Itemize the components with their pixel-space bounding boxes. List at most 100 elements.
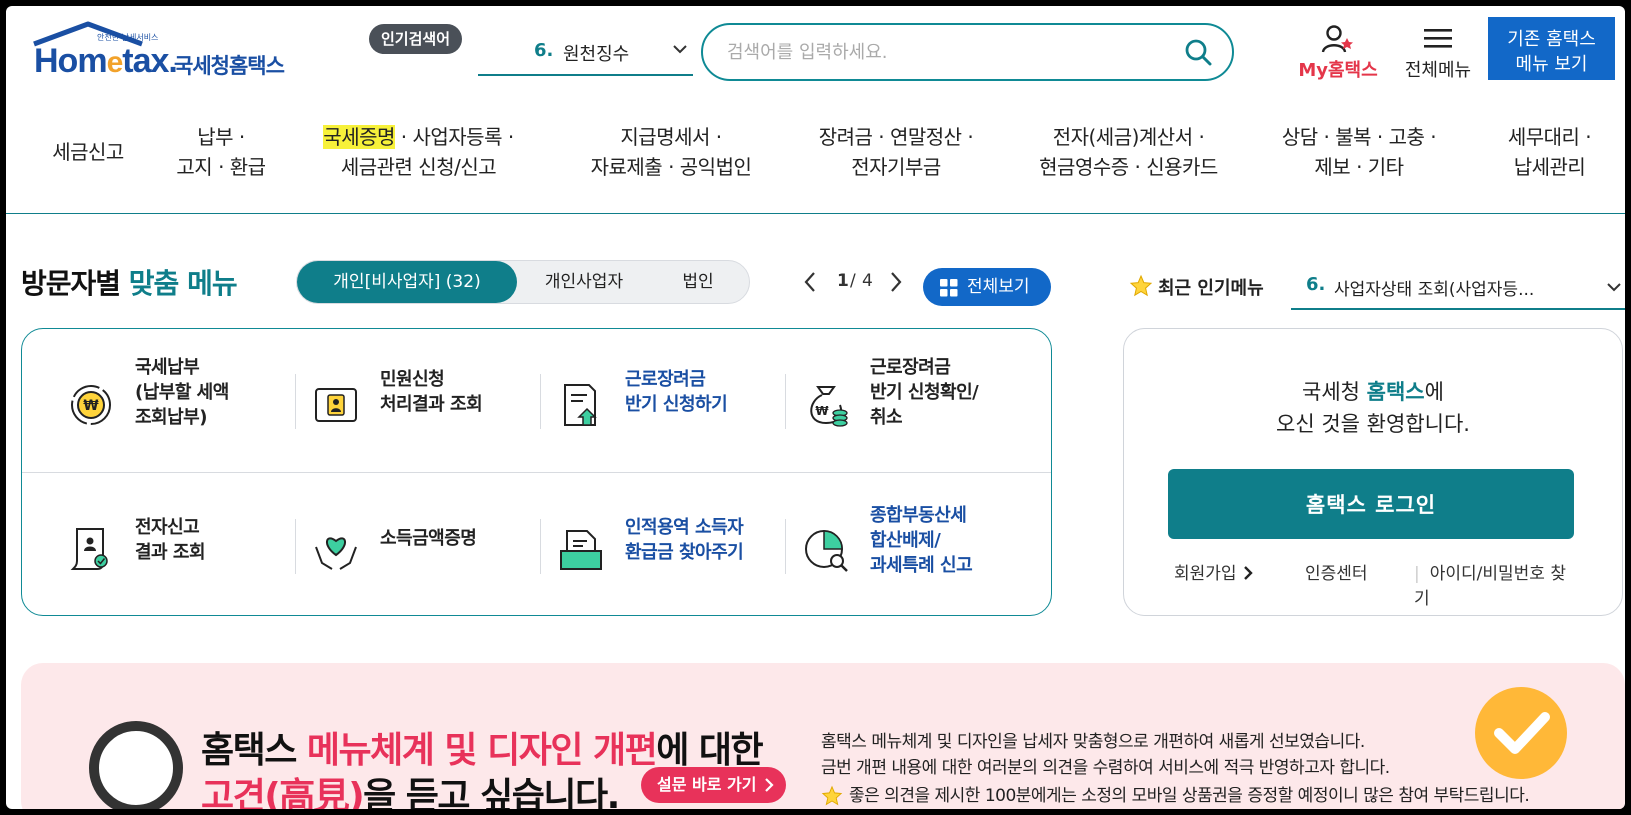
- gnb-label: 세금신고: [52, 140, 124, 164]
- popular-rank: 6.: [534, 40, 554, 61]
- tile-line: 국세납부: [135, 357, 200, 378]
- gnb-tax-agent[interactable]: 세무대리 · 납세관리: [1492, 122, 1607, 182]
- tab-individual[interactable]: 개인[비사업자] (32): [297, 261, 517, 303]
- title-part-b: 맞춤 메뉴: [128, 267, 238, 300]
- tile-earned-income-check[interactable]: ₩ 근로장려금 반기 신청확인/ 취소: [762, 345, 1007, 455]
- tile-line: 조회납부): [135, 407, 207, 428]
- survey-banner[interactable]: 홈택스 메뉴체계 및 디자인 개편에 대한 고견(高見)을 듣고 싶습니다. 설…: [21, 663, 1625, 809]
- tile-line: 민원신청: [380, 369, 445, 390]
- recent-popular-select[interactable]: 6. 사업자상태 조회(사업자등...: [1291, 260, 1625, 310]
- gnb-label-1: 지급명세서 ·: [620, 125, 722, 149]
- banner-text-3: 좋은 의견을 제시한 100분에게는 소정의 모바일 상품권을 증정할 예정이니…: [849, 786, 1530, 806]
- page-total: 4: [862, 271, 873, 291]
- tile-line: 합산배제/: [870, 530, 941, 551]
- search-box: [701, 23, 1234, 81]
- tile-e-filing-result[interactable]: 전자신고 결과 조회: [27, 489, 272, 599]
- banner-text-2: 금번 개편 내용에 대한 여러분의 의견을 수렴하여 서비스에 적극 반영하고자…: [821, 758, 1390, 778]
- old-btn-line1: 기존 홈택스: [1507, 28, 1596, 50]
- hometax-logo[interactable]: 안전한 납세서비스 Hometax. 국세청홈택스: [24, 20, 294, 84]
- login-button[interactable]: 홈택스 로그인: [1168, 469, 1574, 539]
- tile-refund-finder[interactable]: 인적용역 소득자 환급금 찾아주기: [517, 489, 762, 599]
- gnb-statements[interactable]: 지급명세서 · 자료제출 · 공익법인: [566, 122, 776, 182]
- recent-popular-title: 최근 인기메뉴: [1158, 278, 1264, 299]
- view-all-label: 전체보기: [967, 277, 1030, 297]
- headline-part: 을 듣고 싶습니다.: [363, 776, 620, 809]
- visitor-menu-card: ₩ 국세납부 (납부할 세액 조회납부) 민원신청 처리결과 조회 근로장려금 …: [21, 328, 1052, 616]
- logo-e: e: [106, 46, 124, 79]
- visitor-menu-title: 방문자별 맞춤 메뉴: [21, 262, 238, 302]
- popular-search-select[interactable]: 6. 원천징수: [478, 28, 693, 76]
- tile-line: 결과 조회: [135, 542, 206, 563]
- global-nav: 세금신고 납부 · 고지 · 환급 국세증명 · 사업자등록 · 세금관련 신청…: [6, 106, 1625, 214]
- old-btn-line2: 메뉴 보기: [1515, 53, 1588, 75]
- link-divider: |: [1414, 564, 1420, 584]
- star-icon: [821, 785, 843, 806]
- logo-korean: 국세청홈택스: [174, 54, 285, 78]
- search-icon[interactable]: [1184, 38, 1212, 66]
- gnb-e-invoice[interactable]: 전자(세금)계산서 · 현금영수증 · 신용카드: [1021, 122, 1236, 182]
- chevron-right-icon: [1244, 566, 1253, 580]
- chevron-left-icon[interactable]: [802, 270, 818, 294]
- cert-center-link[interactable]: 인증센터: [1305, 559, 1368, 584]
- survey-label: 설문 바로 가기: [657, 775, 757, 794]
- pie-search-icon: [805, 530, 848, 572]
- tile-civil-request-result[interactable]: 민원신청 처리결과 조회: [272, 345, 517, 455]
- money-bag-icon: ₩: [810, 386, 848, 427]
- tile-line: 취소: [870, 407, 903, 428]
- gnb-incentive[interactable]: 장려금 · 연말정산 · 전자기부금: [796, 122, 996, 182]
- magnifier-icon: [89, 721, 183, 809]
- view-all-button[interactable]: 전체보기: [923, 268, 1051, 306]
- tile-label: 근로장려금 반기 신청하기: [625, 367, 728, 417]
- gnb-certificate[interactable]: 국세증명 · 사업자등록 · 세금관련 신청/신고: [306, 122, 531, 182]
- tile-label: 근로장려금 반기 신청확인/ 취소: [870, 355, 979, 430]
- find-label: 아이디/비밀번호 찾기: [1414, 564, 1566, 609]
- banner-text-1: 홈택스 메뉴체계 및 디자인을 납세자 맞춤형으로 개편하여 새롭게 선보였습니…: [821, 732, 1365, 752]
- tile-line: 과세특례 신고: [870, 555, 973, 576]
- tile-label: 전자신고 결과 조회: [135, 515, 206, 565]
- tile-line: 처리결과 조회: [380, 394, 483, 415]
- gnb-label-1: 상담 · 불복 · 고충 ·: [1281, 125, 1437, 149]
- tile-income-certificate[interactable]: 소득금액증명: [272, 489, 517, 599]
- gnb-label-1: · 사업자등록 ·: [394, 125, 514, 149]
- page-separator: /: [850, 271, 856, 291]
- chevron-down-icon: [1607, 283, 1621, 292]
- tile-comprehensive-property-tax[interactable]: 종합부동산세 합산배제/ 과세특례 신고: [762, 489, 1007, 599]
- gnb-payment[interactable]: 납부 · 고지 · 환급: [156, 122, 286, 182]
- old-hometax-menu-button[interactable]: 기존 홈택스 메뉴 보기: [1488, 17, 1615, 80]
- user-icon: [1321, 25, 1353, 53]
- survey-button[interactable]: 설문 바로 가기: [641, 767, 787, 803]
- headline-emphasis: 고견(高見): [201, 776, 365, 809]
- all-menu-button[interactable]: 전체메뉴: [1398, 22, 1478, 82]
- tile-line: 소득금액증명: [380, 528, 477, 549]
- my-hometax-label: My홈택스: [1298, 60, 1378, 81]
- svg-text:₩: ₩: [83, 398, 99, 414]
- my-hometax-button[interactable]: My홈택스: [1293, 22, 1383, 82]
- gnb-label-1: 장려금 · 연말정산 ·: [818, 125, 974, 149]
- tile-line: 종합부동산세: [870, 505, 967, 526]
- chevron-right-icon[interactable]: [888, 270, 904, 294]
- gnb-consult[interactable]: 상담 · 불복 · 고충 · 제보 · 기타: [1264, 122, 1454, 182]
- tile-pager: 1 / 4: [802, 268, 912, 298]
- page-current: 1: [837, 271, 849, 291]
- tile-label: 소득금액증명: [380, 526, 477, 551]
- signup-link[interactable]: 회원가입: [1174, 559, 1254, 584]
- tab-corporation[interactable]: 법인: [653, 261, 743, 303]
- coin-won-icon: ₩: [71, 385, 111, 425]
- welcome-message: 국세청 홈택스에 오신 것을 환영합니다.: [1124, 376, 1622, 440]
- gnb-label-2: 제보 · 기타: [1314, 155, 1404, 179]
- folder-document-icon: [560, 530, 602, 570]
- gnb-tax-report[interactable]: 세금신고: [44, 137, 132, 167]
- grid-icon: [940, 279, 958, 297]
- tile-earned-income-apply[interactable]: 근로장려금 반기 신청하기: [517, 345, 762, 455]
- visitor-type-tabs: 개인[비사업자] (32) 개인사업자 법인: [296, 260, 750, 304]
- signup-label: 회원가입: [1174, 564, 1237, 584]
- tab-sole-proprietor[interactable]: 개인사업자: [519, 261, 649, 303]
- tile-national-tax-payment[interactable]: ₩ 국세납부 (납부할 세액 조회납부): [27, 345, 272, 455]
- logo-wordmark: Hometax.: [34, 42, 178, 81]
- title-part-a: 방문자별: [21, 267, 121, 300]
- gnb-label-2: 고지 · 환급: [176, 155, 266, 179]
- search-input[interactable]: [727, 39, 1167, 65]
- row-divider: [22, 472, 1051, 473]
- find-id-password-link[interactable]: | 아이디/비밀번호 찾기: [1414, 559, 1574, 609]
- gnb-label-2: 전자기부금: [851, 155, 941, 179]
